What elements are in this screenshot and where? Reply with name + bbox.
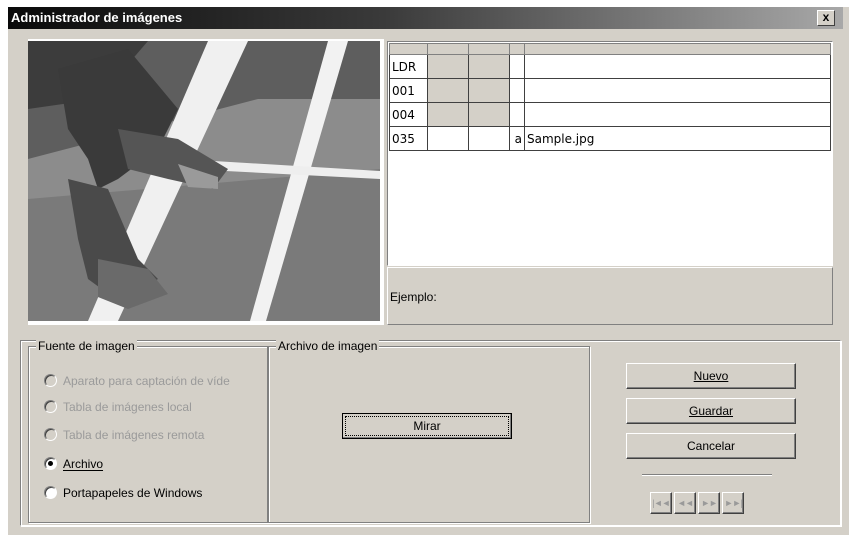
- browse-button[interactable]: Mirar: [342, 413, 512, 439]
- radio-remote-table[interactable]: Tabla de imágenes remota: [44, 427, 204, 443]
- cell-value[interactable]: [524, 102, 831, 127]
- cell-tag[interactable]: LDR: [389, 54, 428, 79]
- radio-button-icon: [44, 428, 57, 441]
- prev-record-button[interactable]: ◄◄: [674, 492, 696, 514]
- field-table: LDR 001 004 035 a Sample.jpg: [389, 43, 831, 151]
- next-icon: ►►: [701, 498, 718, 508]
- cell-ind2[interactable]: [468, 78, 510, 103]
- save-button-label: Guardar: [688, 404, 734, 418]
- cancel-button-label: Cancelar: [686, 439, 736, 453]
- grid-header-row: [389, 43, 831, 55]
- cell-subfield[interactable]: a: [509, 126, 525, 151]
- table-row[interactable]: 035 a Sample.jpg: [389, 126, 831, 151]
- cell-subfield[interactable]: [509, 54, 525, 79]
- cell-tag[interactable]: 035: [389, 126, 428, 151]
- last-icon: ►►|: [724, 498, 742, 508]
- first-record-button[interactable]: |◄◄: [650, 492, 672, 514]
- image-preview: [28, 39, 384, 325]
- source-group-legend: Fuente de imagen: [36, 339, 137, 353]
- cell-ind2[interactable]: [468, 102, 510, 127]
- table-row[interactable]: 004: [389, 102, 831, 127]
- cell-tag[interactable]: 004: [389, 102, 428, 127]
- radio-button-icon: [44, 486, 57, 499]
- col-header-subfield: [509, 43, 525, 55]
- radio-video-capture[interactable]: Aparato para captación de víde: [44, 373, 230, 389]
- radio-label: Portapapeles de Windows: [63, 486, 203, 500]
- radio-label: Tabla de imágenes remota: [63, 428, 205, 442]
- browse-button-label: Mirar: [345, 416, 509, 436]
- table-row[interactable]: 001: [389, 78, 831, 103]
- col-header-ind2: [468, 43, 510, 55]
- prev-icon: ◄◄: [677, 498, 694, 508]
- title-bar: Administrador de imágenes x: [8, 7, 843, 29]
- radio-button-icon: [44, 374, 57, 387]
- radio-button-icon: [44, 400, 57, 413]
- cancel-button[interactable]: Cancelar: [626, 433, 796, 459]
- radio-label: Archivo: [63, 457, 104, 471]
- next-record-button[interactable]: ►►: [698, 492, 720, 514]
- radio-label: Aparato para captación de víde: [63, 374, 230, 388]
- cell-ind1[interactable]: [427, 102, 469, 127]
- cell-ind1[interactable]: [427, 54, 469, 79]
- image-manager-window: Administrador de imágenes x LDR 001 004 …: [8, 7, 849, 535]
- new-button[interactable]: Nuevo: [626, 363, 796, 389]
- preview-image: [28, 41, 380, 321]
- cell-subfield[interactable]: [509, 78, 525, 103]
- cell-value[interactable]: [524, 78, 831, 103]
- first-icon: |◄◄: [652, 498, 670, 508]
- radio-file[interactable]: Archivo: [44, 456, 103, 472]
- last-record-button[interactable]: ►►|: [722, 492, 744, 514]
- file-group-legend: Archivo de imagen: [276, 339, 380, 353]
- table-row[interactable]: LDR: [389, 54, 831, 79]
- cell-value[interactable]: Sample.jpg: [524, 126, 831, 151]
- new-button-label: Nuevo: [693, 369, 729, 383]
- cell-value[interactable]: [524, 54, 831, 79]
- window-title: Administrador de imágenes: [11, 10, 183, 25]
- cell-ind1[interactable]: [427, 126, 469, 151]
- marc-field-grid[interactable]: LDR 001 004 035 a Sample.jpg: [387, 41, 833, 266]
- radio-clipboard[interactable]: Portapapeles de Windows: [44, 485, 202, 501]
- radio-label: Tabla de imágenes local: [63, 400, 192, 414]
- col-header-tag: [389, 43, 428, 55]
- nav-divider: [642, 474, 772, 476]
- radio-selected-icon: [44, 457, 57, 470]
- col-header-value: [524, 43, 831, 55]
- cell-tag[interactable]: 001: [389, 78, 428, 103]
- example-label: Ejemplo:: [390, 290, 437, 304]
- cell-subfield[interactable]: [509, 102, 525, 127]
- radio-local-table[interactable]: Tabla de imágenes local: [44, 399, 192, 415]
- cell-ind2[interactable]: [468, 54, 510, 79]
- example-panel: Ejemplo:: [387, 267, 833, 325]
- cell-ind1[interactable]: [427, 78, 469, 103]
- save-button[interactable]: Guardar: [626, 398, 796, 424]
- close-button[interactable]: x: [817, 10, 835, 26]
- col-header-ind1: [427, 43, 469, 55]
- cell-ind2[interactable]: [468, 126, 510, 151]
